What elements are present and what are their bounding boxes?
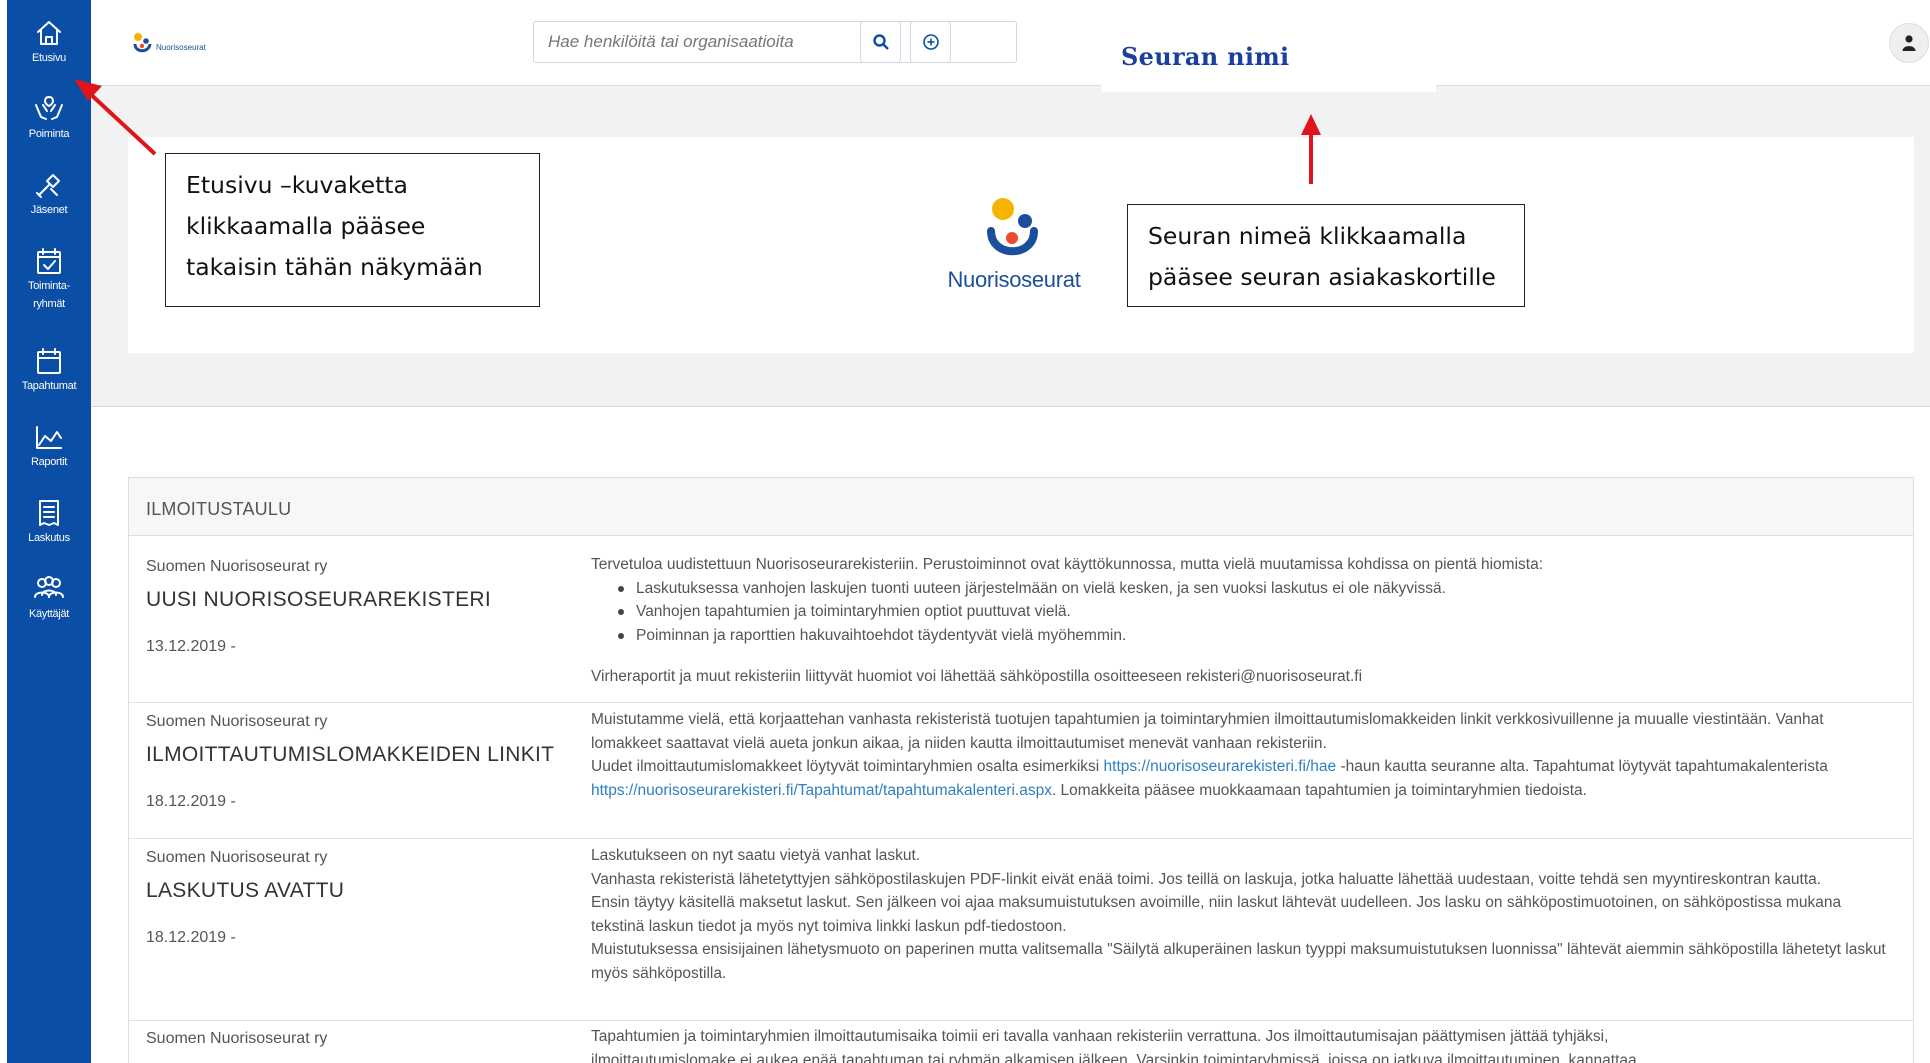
- chart-area-icon: [36, 426, 62, 449]
- bulletin-body: Tervetuloa uudistettuun Nuorisoseurareki…: [591, 553, 1891, 689]
- plus-circle-icon: [922, 34, 939, 50]
- bulletin-text: Uudet ilmoittautumislomakkeet löytyvät t…: [591, 758, 1104, 775]
- bulletin-date: 18.12.2019 -: [146, 929, 236, 946]
- calendar-check-icon: [37, 248, 61, 274]
- brand-logo[interactable]: Nuorisoseurat: [133, 33, 206, 53]
- bulletin-row: Suomen Nuorisoseurat ry Tapahtumien ja t…: [129, 1021, 1913, 1063]
- bulletin-text: . Lomakkeita pääsee muokkaamaan tapahtum…: [1051, 781, 1587, 799]
- bulletin-text: Virheraportit ja muut rekisteriin liitty…: [591, 668, 1363, 685]
- home-icon: [37, 21, 61, 45]
- add-button[interactable]: [910, 21, 951, 63]
- bulletin-text: Laskutukseen on nyt saatu vietyä vanhat …: [591, 847, 921, 864]
- nuorisoseurat-logo: Nuorisoseurat: [944, 198, 1084, 293]
- bulletin-board-title: ILMOITUSTAULU: [129, 478, 1913, 536]
- bulletin-title: UUSI NUORISOSEURAREKISTERI: [146, 588, 492, 611]
- bulletin-board: ILMOITUSTAULU Suomen Nuorisoseurat ry UU…: [128, 477, 1914, 1063]
- nuorisoseurat-logo-icon: [133, 33, 152, 53]
- bulletin-text: Vanhasta rekisteristä lähetetyttyjen säh…: [591, 870, 1822, 888]
- bulletin-text: Muistutamme vielä, että korjaattehan van…: [591, 711, 1824, 752]
- bulletin-org: Suomen Nuorisoseurat ry: [146, 713, 328, 730]
- bulletin-body: Laskutukseen on nyt saatu vietyä vanhat …: [591, 844, 1891, 985]
- sidebar-item-label: Poiminta: [28, 128, 70, 140]
- sidebar-item-laskutus[interactable]: Laskutus: [7, 497, 91, 545]
- sidebar-item-label: Raportit: [30, 456, 68, 468]
- sidebar-item-label: Etusivu: [32, 52, 66, 64]
- sidebar-item-jasenet[interactable]: Jäsenet: [7, 169, 91, 217]
- calendar-icon: [37, 348, 61, 374]
- callout-home: Etusivu –kuvaketta klikkaamalla pääsee t…: [165, 153, 540, 307]
- org-name-link[interactable]: Seuran nimi: [1101, 28, 1436, 92]
- bulletin-body: Muistutamme vielä, että korjaattehan van…: [591, 708, 1891, 802]
- bulletin-text: Ensin täytyy käsitellä maksetut laskut. …: [591, 894, 1842, 935]
- list-item: Vanhojen tapahtumien ja toimintaryhmien …: [616, 600, 1891, 624]
- brand-logo-text: Nuorisoseurat: [156, 42, 206, 52]
- bulletin-date: 18.12.2019 -: [146, 793, 236, 810]
- register-search-link[interactable]: https://nuorisoseurarekisteri.fi/hae: [1104, 758, 1337, 775]
- bulletin-text: ilmoittautumislomake ei aukea enää tapah…: [591, 1051, 1637, 1063]
- bulletin-org: Suomen Nuorisoseurat ry: [146, 849, 328, 866]
- callout-text: pääsee seuran asiakaskortille: [1148, 263, 1496, 291]
- bulletin-row: Suomen Nuorisoseurat ry ILMOITTAUTUMISLO…: [129, 703, 1913, 839]
- list-item: Poiminnan ja raporttien hakuvaihtoehdot …: [616, 624, 1891, 648]
- bulletin-org: Suomen Nuorisoseurat ry: [146, 558, 328, 575]
- nuorisoseurat-logo-icon: [987, 198, 1038, 256]
- search-icon: [872, 34, 889, 50]
- sidebar-item-tapahtumat[interactable]: Tapahtumat: [7, 345, 91, 393]
- callout-text: Seuran nimeä klikkaamalla: [1148, 222, 1467, 250]
- callout-text: klikkaamalla pääsee: [186, 212, 426, 240]
- bulletin-title: LASKUTUS AVATTU: [146, 879, 345, 902]
- invoice-icon: [39, 500, 59, 526]
- sidebar-item-label: Toiminta-: [28, 280, 70, 292]
- bulletin-text: -haun kautta seuranne alta. Tapahtumat l…: [1336, 758, 1828, 775]
- callout-text: Etusivu –kuvaketta: [186, 171, 408, 199]
- user-menu-button[interactable]: [1889, 23, 1929, 63]
- bulletin-text: Muistutuksessa ensisijainen lähetysmuoto…: [591, 941, 1886, 982]
- sidebar: Etusivu Poiminta Jäsenet Toiminta- ryhmä…: [7, 0, 91, 1063]
- hands-icon: [35, 96, 63, 120]
- sidebar-item-etusivu[interactable]: Etusivu: [7, 17, 91, 65]
- callout-text: takaisin tähän näkymään: [186, 253, 483, 281]
- sidebar-item-label-2: ryhmät: [33, 298, 65, 310]
- tools-icon: [36, 174, 60, 198]
- bulletin-row: Suomen Nuorisoseurat ry UUSI NUORISOSEUR…: [129, 536, 1913, 703]
- bulletin-org: Suomen Nuorisoseurat ry: [146, 1030, 328, 1047]
- users-icon: [34, 576, 64, 598]
- sidebar-item-label: Laskutus: [28, 532, 70, 544]
- left-edge: [0, 0, 7, 1063]
- bulletin-body: Tapahtumien ja toimintaryhmien ilmoittau…: [591, 1025, 1891, 1063]
- bulletin-title: ILMOITTAUTUMISLOMAKKEIDEN LINKIT: [146, 743, 555, 766]
- sidebar-item-label: Jäsenet: [30, 204, 68, 216]
- sidebar-item-raportit[interactable]: Raportit: [7, 421, 91, 469]
- sidebar-item-poiminta[interactable]: Poiminta: [7, 93, 91, 141]
- user-icon: [1902, 35, 1916, 51]
- list-item: Laskutuksessa vanhojen laskujen tuonti u…: [616, 577, 1891, 601]
- sidebar-item-label: Käyttäjät: [28, 608, 70, 620]
- bulletin-text: Tervetuloa uudistettuun Nuorisoseurareki…: [591, 556, 1544, 573]
- nuorisoseurat-logo-text: Nuorisoseurat: [947, 267, 1081, 292]
- top-bar: Nuorisoseurat: [91, 0, 1930, 86]
- bulletin-date: 13.12.2019 -: [146, 638, 236, 655]
- search-button[interactable]: [860, 21, 901, 63]
- sidebar-item-toimintaryhmat[interactable]: Toiminta- ryhmät: [7, 245, 91, 311]
- bulletin-list: Laskutuksessa vanhojen laskujen tuonti u…: [591, 577, 1891, 648]
- bulletin-text: Tapahtumien ja toimintaryhmien ilmoittau…: [591, 1028, 1609, 1045]
- event-calendar-link[interactable]: https://nuorisoseurarekisteri.fi/Tapahtu…: [591, 782, 1052, 799]
- sidebar-item-kayttajat[interactable]: Käyttäjät: [7, 573, 91, 621]
- sidebar-item-label: Tapahtumat: [21, 380, 77, 392]
- callout-org: Seuran nimeä klikkaamalla pääsee seuran …: [1127, 204, 1525, 307]
- bulletin-row: Suomen Nuorisoseurat ry LASKUTUS AVATTU …: [129, 839, 1913, 1021]
